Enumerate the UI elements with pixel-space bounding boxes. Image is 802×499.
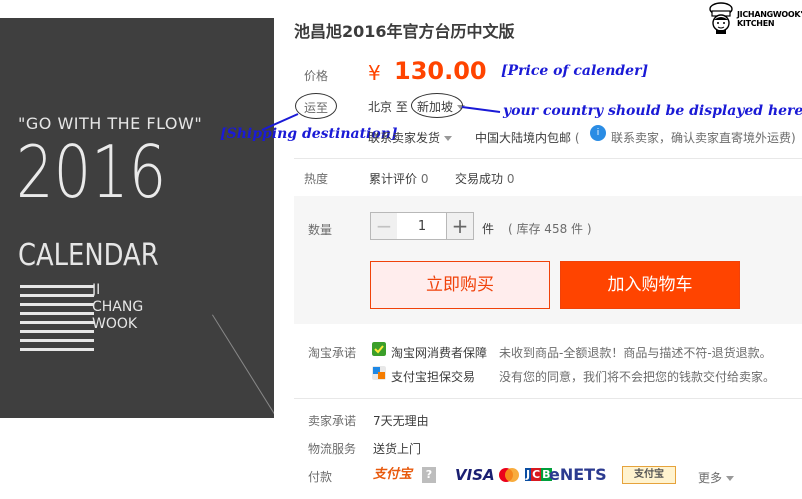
add-to-cart-button[interactable]: 加入购物车 (560, 261, 740, 309)
alipay-guarantee-icon (372, 366, 386, 380)
chevron-down-icon (444, 136, 453, 141)
contact-seller-ship[interactable]: 联系卖家发货 (368, 129, 453, 146)
reviews-label: 累计评价 (369, 172, 418, 186)
info-icon[interactable]: i (590, 125, 606, 141)
shipping-origin: 北京 (368, 100, 393, 114)
shipping-label-circle (295, 93, 337, 119)
buy-now-button[interactable]: 立即购买 (370, 261, 550, 309)
stock-count: ( 库存 458 件 ) (508, 222, 592, 236)
reviews-count: 0 (420, 172, 429, 186)
logo-text-line2: KITCHEN (737, 19, 775, 28)
price-label: 价格 (304, 69, 329, 83)
product-title: 池昌旭2016年官方台历中文版 (294, 22, 515, 41)
sales-stat: 交易成功 0 (455, 170, 514, 187)
calendar-name: JI CHANG WOOK (92, 282, 143, 333)
mainland-free-label: 中国大陆境内包邮 (475, 131, 572, 145)
paren-open: ( (574, 131, 580, 145)
price-symbol: ¥ (368, 61, 381, 85)
calendar-name-line: WOOK (92, 316, 138, 332)
price-value: 130.00 (394, 57, 487, 85)
sales-label: 交易成功 (455, 172, 504, 186)
promise-label: 淘宝承诺 (308, 346, 357, 360)
stats-label: 热度 (304, 172, 329, 186)
divider (294, 158, 802, 159)
kitchen-logo: JICHANGWOOK'S KITCHEN (707, 2, 802, 36)
shield-icon (372, 342, 386, 356)
reviews-stat[interactable]: 累计评价 0 (369, 170, 428, 187)
alipay-guarantee-link[interactable]: 支付宝担保交易 (391, 368, 475, 385)
jcb-logo: JCB (525, 468, 552, 481)
quantity-input[interactable] (397, 212, 447, 240)
seller-promise-label: 卖家承诺 (308, 414, 357, 428)
mastercard-icon (499, 468, 519, 482)
logistics-label: 物流服务 (308, 442, 357, 456)
sales-count: 0 (506, 172, 515, 186)
calendar-name-line: CHANG (92, 299, 144, 315)
divider (294, 398, 802, 399)
country-annotation: your country should be displayed here (503, 103, 802, 119)
contact-seller-label: 联系卖家发货 (368, 131, 441, 145)
calendar-needle (212, 314, 274, 418)
price-annotation: [Price of calender] (501, 63, 649, 79)
alipay-bank-logo: 支付宝 (622, 466, 676, 484)
alipay-logo: 支付宝 (373, 467, 413, 482)
shipping-to-word: 至 (395, 100, 408, 114)
consumer-protection-link[interactable]: 淘宝网消费者保障 (391, 344, 487, 361)
quantity-label: 数量 (308, 223, 333, 237)
help-icon[interactable]: ? (422, 467, 436, 483)
consumer-protection-desc: 未收到商品-全额退款！商品与描述不符-退货退款。 (499, 346, 772, 360)
product-image[interactable]: "GO WITH THE FLOW" 2016 CALENDAR JI CHAN… (0, 18, 274, 418)
calendar-word: CALENDAR (18, 238, 159, 273)
logistics-value[interactable]: 送货上门 (373, 440, 421, 457)
calendar-year: 2016 (16, 130, 167, 214)
quantity-increase-button[interactable]: + (446, 212, 474, 240)
seller-promise-value[interactable]: 7天无理由 (373, 412, 429, 429)
quantity-decrease-button[interactable]: − (370, 212, 398, 240)
chevron-down-icon (726, 476, 735, 481)
country-arrow (461, 106, 501, 113)
more-payment-label: 更多 (698, 471, 723, 485)
alipay-guarantee-desc: 没有您的同意，我们将不会把您的钱款交付给卖家。 (499, 370, 776, 384)
logo-text-line1: JICHANGWOOK'S (737, 10, 802, 19)
quantity-unit: 件 (482, 222, 495, 236)
mainland-free-shipping: 中国大陆境内包邮 ( (475, 129, 580, 146)
more-payment-dropdown[interactable]: 更多 (698, 469, 735, 486)
destination-circle (411, 93, 463, 118)
shipping-from: 北京 至 (368, 98, 408, 115)
alipay-bank-text: 支付宝 (634, 469, 664, 480)
calendar-stripes (20, 285, 94, 357)
chef-face-icon (709, 2, 733, 34)
visa-logo: VISA (455, 466, 495, 484)
shipping-info-text: 联系卖家，确认卖家直寄境外运费) (611, 131, 796, 145)
enets-logo: eNETS (549, 465, 607, 484)
logo-text: JICHANGWOOK'S KITCHEN (737, 10, 802, 28)
calendar-name-line: JI (92, 282, 101, 298)
payment-label: 付款 (308, 470, 333, 484)
